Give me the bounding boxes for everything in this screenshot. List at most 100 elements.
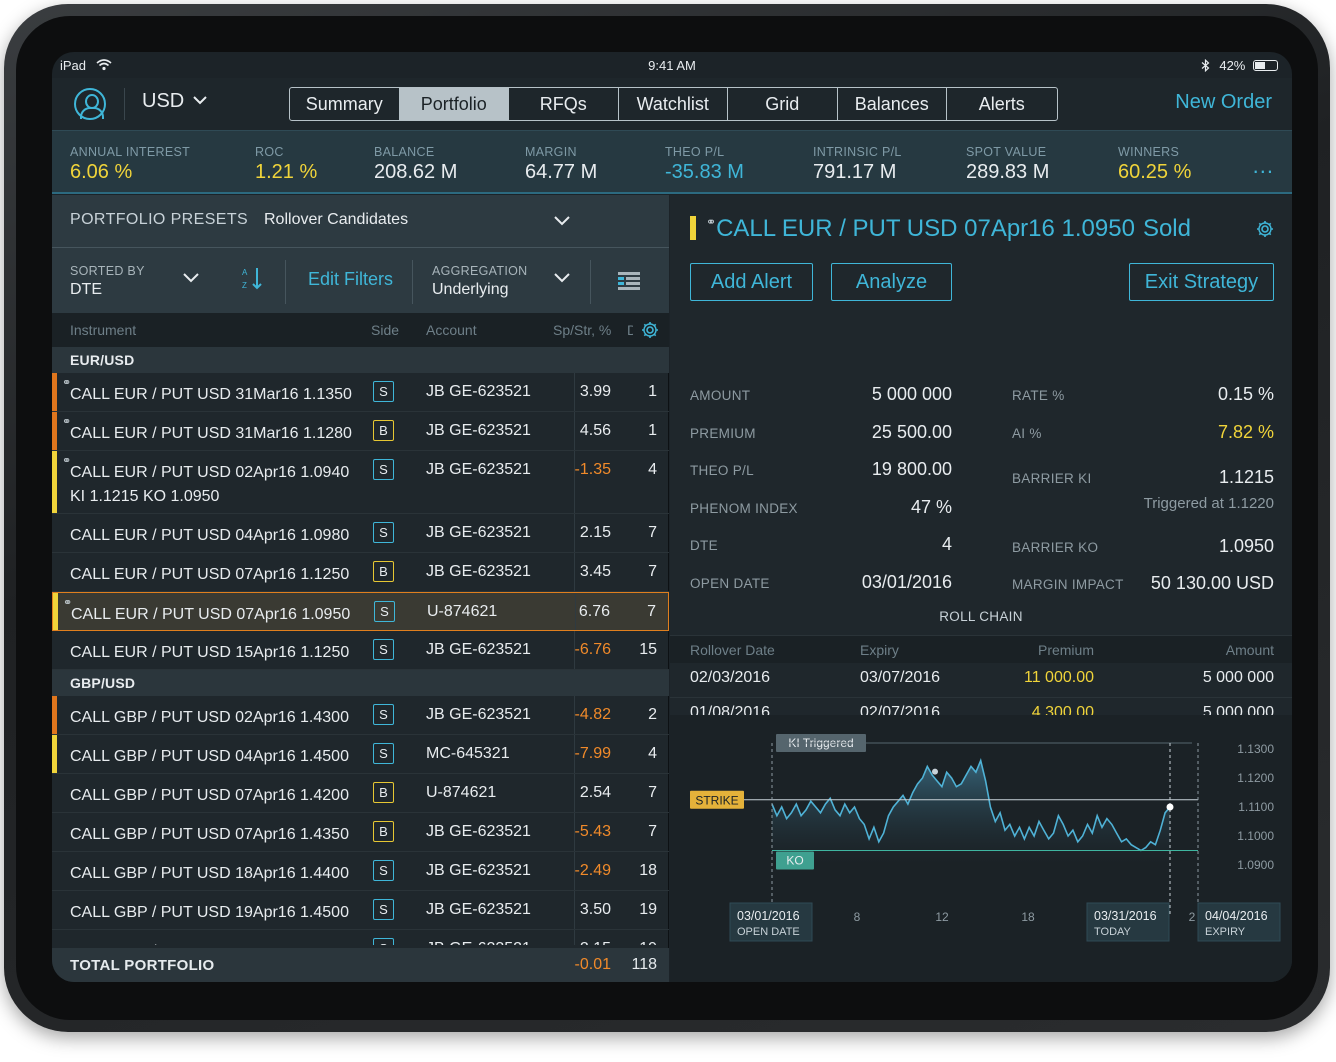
expiry: 03/07/2016 (860, 669, 941, 686)
aggregation-selector[interactable]: AGGREGATION Underlying (432, 264, 527, 299)
tab-portfolio[interactable]: Portfolio (399, 88, 509, 120)
date-marker-date: 03/01/2016 (737, 909, 800, 923)
column-divider (574, 631, 575, 669)
instrument-name: CALL GBP / PUT USD 07Apr16 1.4200 (70, 787, 349, 804)
table-row[interactable]: CALL GBP / PUT USD 04Apr16 1.4500 S MC-645… (52, 735, 669, 774)
table-row[interactable]: CALL GBP / PUT USD 18Apr16 1.4400 S JB GE-… (52, 852, 669, 891)
table-row[interactable]: CALL GBP / PUT USD 02Apr16 1.4300 S JB GE-… (52, 696, 669, 735)
exit-strategy-button[interactable]: Exit Strategy (1129, 263, 1274, 301)
column-account[interactable]: Account (426, 322, 477, 338)
side-badge: S (373, 639, 394, 660)
table-row[interactable]: ⚭ CALL EUR / PUT USD 31Mar16 1.1350 S JB GE… (52, 373, 669, 412)
side-badge: S (373, 938, 394, 945)
sorted-by-selector[interactable]: SORTED BY DTE (70, 264, 145, 299)
roll-chain-row[interactable]: 02/03/2016 03/07/2016 11 000.00 5 000 00… (670, 663, 1292, 698)
roll-chain-header: Rollover Date Expiry Premium Amount (670, 635, 1292, 663)
spot-strike-cell: 6.76 (578, 603, 610, 620)
filter-divider (412, 260, 413, 304)
barrier-ko-value: 1.0950 (1218, 536, 1274, 556)
gear-icon[interactable] (641, 321, 659, 339)
kpi-value: 208.62 M (374, 161, 458, 183)
table-row[interactable]: CALL GBP / PUT USD 19Apr16 1.4300 S JB GE-… (52, 930, 669, 945)
price-area (772, 760, 1170, 865)
tab-watchlist[interactable]: Watchlist (619, 88, 728, 120)
status-bar: iPad 9:41 AM 42% (52, 52, 1292, 78)
kpi-value: -35.83 M (665, 161, 744, 183)
tab-summary[interactable]: Summary (290, 88, 400, 120)
column-divider (574, 514, 575, 552)
instrument-cell: CALL EUR / PUT USD 31Mar16 1.1350 (70, 383, 352, 407)
detail-label: DTE (690, 538, 718, 553)
table-row[interactable]: CALL EUR / PUT USD 15Apr16 1.1250 S JB GE-… (52, 631, 669, 670)
column-divider (574, 373, 575, 411)
tab-alerts[interactable]: Alerts (947, 88, 1057, 120)
table-row[interactable]: CALL GBP / PUT USD 07Apr16 1.4350 B JB GE-… (52, 813, 669, 852)
columns-layout-icon[interactable] (618, 272, 640, 290)
dte-cell: 18 (639, 862, 657, 879)
kpi-label: THEO P/L (665, 145, 725, 159)
profile-avatar-icon[interactable] (74, 88, 106, 120)
instrument-name: CALL EUR / PUT USD 04Apr16 1.0980 (70, 527, 350, 544)
table-row[interactable]: ⚭ CALL EUR / PUT USD 07Apr16 1.0950 S U-874… (52, 592, 669, 631)
amount-header: Amount (1225, 642, 1274, 658)
table-row[interactable]: CALL EUR / PUT USD 04Apr16 1.0980 S JB GE-… (52, 514, 669, 553)
date-marker-label: TODAY (1094, 926, 1132, 938)
account-cell: JB GE-623521 (426, 706, 531, 723)
column-divider (574, 735, 575, 773)
chevron-down-icon (554, 216, 570, 226)
filter-divider (590, 260, 591, 304)
table-row[interactable]: ⚭ CALL EUR / PUT USD 02Apr16 1.0940 KI 1.1… (52, 451, 669, 514)
sort-direction-icon[interactable]: AZ (240, 266, 266, 292)
tab-balances[interactable]: Balances (838, 88, 947, 120)
filter-bar: SORTED BY DTE AZ Edit Filters AGGREGATIO… (52, 247, 669, 313)
rollover-date-header: Rollover Date (690, 642, 775, 658)
side-badge: B (373, 561, 394, 582)
column-dte[interactable]: D (627, 322, 633, 338)
instrument-cell: CALL EUR / PUT USD 15Apr16 1.1250 (70, 641, 349, 665)
side-badge: B (373, 782, 394, 803)
chevron-down-icon[interactable] (554, 273, 570, 283)
kpi-label: WINNERS (1118, 145, 1180, 159)
new-order-button[interactable]: New Order (1175, 91, 1272, 114)
status-flag (690, 216, 696, 240)
dte-cell: 19 (639, 901, 657, 918)
table-row[interactable]: ⚭ CALL EUR / PUT USD 31Mar16 1.1280 B JB GE… (52, 412, 669, 451)
kpi-value: 289.83 M (966, 161, 1050, 183)
instrument-name: CALL EUR / PUT USD 31Mar16 1.1350 (70, 386, 352, 403)
instrument-name: CALL GBP / PUT USD 04Apr16 1.4500 (70, 748, 349, 765)
detail-title: ⚭CALL EUR / PUT USD 07Apr16 1.0950 Sold (690, 215, 1191, 243)
expiry-header: Expiry (860, 642, 899, 658)
table-row[interactable]: CALL GBP / PUT USD 19Apr16 1.4500 S JB GE-… (52, 891, 669, 930)
ki-triggered-note: Triggered at 1.1220 (1143, 495, 1274, 512)
table-row[interactable]: CALL EUR / PUT USD 07Apr16 1.1250 B JB GE-… (52, 553, 669, 592)
chevron-down-icon[interactable] (183, 273, 199, 283)
portfolio-list: EUR/USD ⚭ CALL EUR / PUT USD 31Mar16 1.135… (52, 347, 669, 945)
detail-label: THEO P/L (690, 463, 754, 478)
dte-cell: 7 (648, 524, 657, 541)
row-flag (53, 593, 58, 630)
analyze-button[interactable]: Analyze (831, 263, 952, 301)
side-badge: S (373, 459, 394, 480)
kpi-balance: BALANCE 208.62 M (374, 145, 457, 184)
side-badge: S (373, 860, 394, 881)
tab-rfqs[interactable]: RFQs (509, 88, 619, 120)
column-spot-strike[interactable]: Sp/Str, % (553, 322, 611, 338)
portfolio-presets[interactable]: PORTFOLIO PRESETS Rollover Candidates (52, 195, 669, 247)
currency-selector[interactable]: USD (142, 90, 207, 113)
column-instrument[interactable]: Instrument (70, 322, 136, 338)
edit-filters-button[interactable]: Edit Filters (308, 269, 393, 290)
gear-icon[interactable] (1256, 220, 1274, 238)
spot-strike-cell: 2.15 (579, 524, 611, 541)
side-badge: B (373, 420, 394, 441)
side-badge: S (373, 743, 394, 764)
more-kpis-icon[interactable]: ... (1253, 153, 1274, 179)
tab-grid[interactable]: Grid (728, 88, 838, 120)
add-alert-button[interactable]: Add Alert (690, 263, 813, 301)
instrument-cell: CALL GBP / PUT USD 07Apr16 1.4200 (70, 784, 349, 808)
column-side[interactable]: Side (371, 322, 399, 338)
date-marker-date: 03/31/2016 (1094, 909, 1157, 923)
instrument-name: CALL EUR / PUT USD 31Mar16 1.1280 (70, 425, 352, 442)
table-row[interactable]: CALL GBP / PUT USD 07Apr16 1.4200 B U-8746… (52, 774, 669, 813)
kpi-winners: WINNERS 60.25 % (1118, 145, 1191, 184)
table-header: Instrument Side Account Sp/Str, % D (52, 313, 669, 347)
